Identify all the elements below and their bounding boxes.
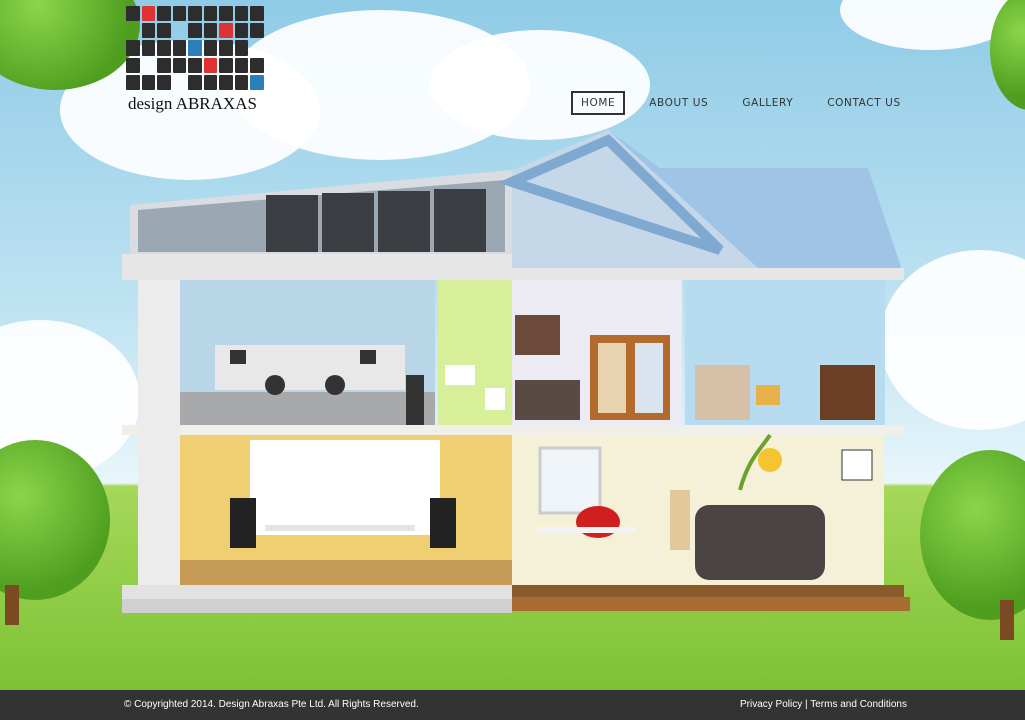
nav-contact-us[interactable]: CONTACT US	[817, 91, 910, 115]
terms-link[interactable]: Terms and Conditions	[810, 699, 907, 710]
footer-links: Privacy Policy | Terms and Conditions	[740, 699, 907, 710]
main-navigation: HOME ABOUT US GALLERY CONTACT US	[571, 91, 925, 115]
copyright-text: © Copyrighted 2014. Design Abraxas Pte L…	[124, 699, 419, 710]
furniture-icons-logo-mark	[126, 6, 264, 90]
nav-about-us[interactable]: ABOUT US	[639, 91, 718, 115]
nav-gallery[interactable]: GALLERY	[732, 91, 803, 115]
privacy-policy-link[interactable]: Privacy Policy	[740, 699, 802, 710]
nav-home[interactable]: HOME	[571, 91, 626, 115]
brand-name: design ABRAXAS	[128, 94, 257, 113]
tree-trunk	[1000, 600, 1014, 640]
cloud	[430, 30, 650, 140]
house-illustration	[122, 130, 910, 613]
tree-right	[920, 450, 1025, 620]
site-logo[interactable]: design ABRAXAS	[126, 6, 266, 114]
site-footer: © Copyrighted 2014. Design Abraxas Pte L…	[0, 690, 1025, 720]
tree-trunk	[5, 585, 19, 625]
